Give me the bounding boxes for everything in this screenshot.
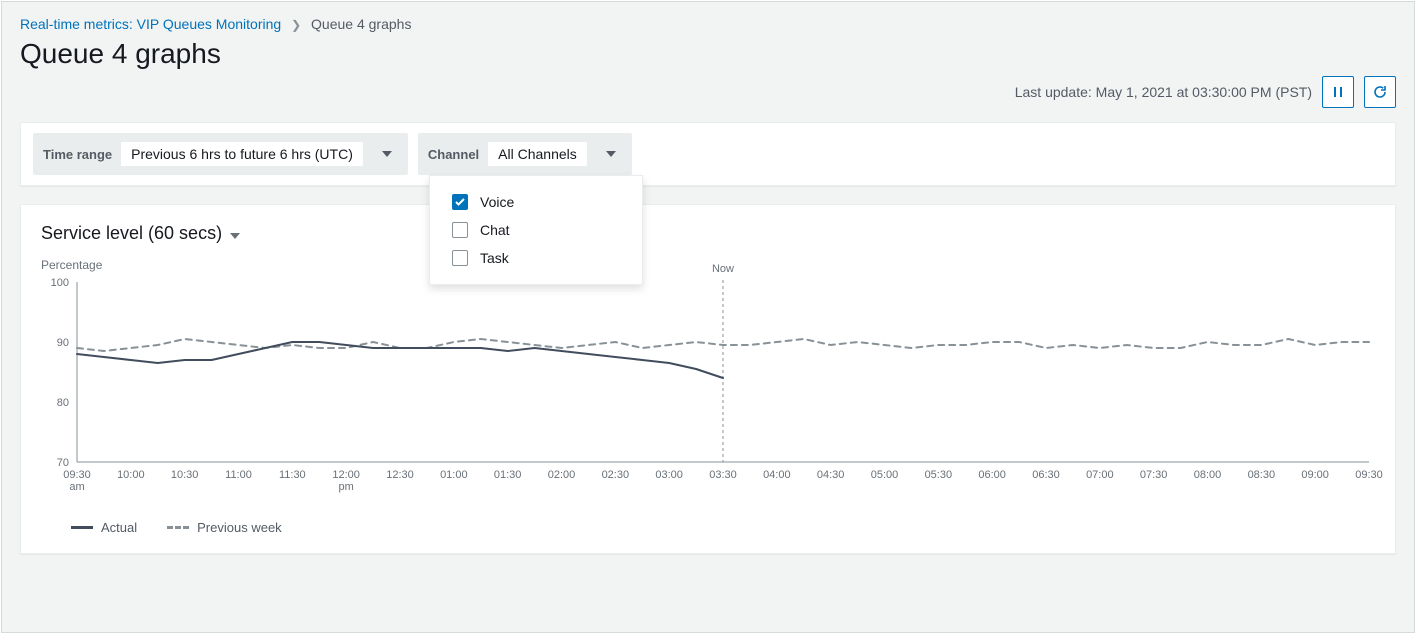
checkbox-icon: [452, 222, 468, 238]
last-update-label: Last update: May 1, 2021 at 03:30:00 PM …: [1015, 84, 1312, 100]
svg-text:100: 100: [51, 277, 69, 289]
channel-filter: Channel All Channels: [418, 133, 632, 175]
channel-option-label: Task: [480, 250, 509, 266]
channel-dropdown: Voice Chat Task: [429, 175, 643, 285]
svg-text:07:00: 07:00: [1086, 469, 1114, 481]
card-menu-caret[interactable]: [230, 226, 240, 242]
channel-option-task[interactable]: Task: [430, 244, 642, 272]
chart-area: 708090100Now09:30am10:0010:3011:0011:301…: [41, 276, 1375, 496]
svg-text:11:30: 11:30: [279, 469, 306, 481]
refresh-icon: [1372, 84, 1388, 100]
legend-swatch-solid: [71, 526, 93, 529]
time-range-filter: Time range Previous 6 hrs to future 6 hr…: [33, 133, 408, 175]
card-title-row: Service level (60 secs): [41, 223, 1375, 244]
breadcrumb-current: Queue 4 graphs: [311, 16, 411, 32]
svg-text:10:00: 10:00: [117, 469, 145, 481]
svg-text:10:30: 10:30: [171, 469, 199, 481]
svg-text:12:30: 12:30: [386, 469, 414, 481]
line-chart: 708090100Now09:30am10:0010:3011:0011:301…: [41, 276, 1377, 496]
svg-text:03:00: 03:00: [655, 469, 683, 481]
svg-text:12:00: 12:00: [332, 469, 360, 481]
time-range-value[interactable]: Previous 6 hrs to future 6 hrs (UTC): [120, 141, 364, 167]
top-action-row: Last update: May 1, 2021 at 03:30:00 PM …: [2, 70, 1414, 114]
caret-down-icon: [606, 151, 616, 157]
svg-text:05:00: 05:00: [871, 469, 899, 481]
service-level-card: Service level (60 secs) Percentage 70 80 9…: [20, 204, 1396, 554]
legend: Actual Previous week: [41, 520, 1375, 535]
svg-text:09:00: 09:00: [1301, 469, 1329, 481]
svg-text:06:30: 06:30: [1032, 469, 1060, 481]
pause-icon: [1331, 85, 1345, 99]
checkbox-icon: [452, 194, 468, 210]
refresh-button[interactable]: [1364, 76, 1396, 108]
svg-text:05:30: 05:30: [925, 469, 953, 481]
svg-text:03:30: 03:30: [709, 469, 737, 481]
svg-text:09:30: 09:30: [63, 469, 91, 481]
caret-down-icon: [382, 151, 392, 157]
svg-text:01:30: 01:30: [494, 469, 522, 481]
svg-text:70: 70: [57, 457, 69, 469]
legend-swatch-dash: [167, 526, 189, 529]
channel-label: Channel: [428, 147, 479, 162]
chevron-right-icon: ❯: [291, 18, 301, 32]
caret-down-icon: [230, 233, 240, 239]
svg-text:09:30: 09:30: [1355, 469, 1383, 481]
pause-button[interactable]: [1322, 76, 1354, 108]
time-range-caret[interactable]: [372, 139, 402, 169]
svg-text:am: am: [69, 481, 84, 493]
breadcrumb: Real-time metrics: VIP Queues Monitoring…: [2, 2, 1414, 32]
channel-option-label: Chat: [480, 222, 510, 238]
app-frame: Real-time metrics: VIP Queues Monitoring…: [1, 1, 1415, 633]
svg-text:04:00: 04:00: [763, 469, 791, 481]
channel-value[interactable]: All Channels: [487, 141, 588, 167]
channel-option-chat[interactable]: Chat: [430, 216, 642, 244]
legend-previous-label: Previous week: [197, 520, 282, 535]
legend-previous: Previous week: [167, 520, 282, 535]
svg-text:01:00: 01:00: [440, 469, 468, 481]
svg-text:07:30: 07:30: [1140, 469, 1168, 481]
breadcrumb-parent-link[interactable]: Real-time metrics: VIP Queues Monitoring: [20, 16, 281, 32]
channel-option-label: Voice: [480, 194, 514, 210]
svg-text:08:00: 08:00: [1194, 469, 1222, 481]
svg-text:06:00: 06:00: [978, 469, 1006, 481]
svg-text:02:30: 02:30: [602, 469, 630, 481]
svg-text:04:30: 04:30: [817, 469, 845, 481]
page-title: Queue 4 graphs: [2, 32, 1414, 70]
svg-text:11:00: 11:00: [225, 469, 252, 481]
channel-caret[interactable]: [596, 139, 626, 169]
card-title: Service level (60 secs): [41, 223, 222, 244]
svg-text:Now: Now: [712, 263, 734, 275]
svg-text:08:30: 08:30: [1248, 469, 1276, 481]
svg-text:02:00: 02:00: [548, 469, 576, 481]
legend-actual-label: Actual: [101, 520, 137, 535]
filter-bar: Time range Previous 6 hrs to future 6 hr…: [20, 122, 1396, 186]
svg-text:80: 80: [57, 397, 69, 409]
time-range-label: Time range: [43, 147, 112, 162]
svg-text:pm: pm: [339, 481, 354, 493]
y-axis-title: Percentage: [41, 258, 1375, 272]
legend-actual: Actual: [71, 520, 137, 535]
checkbox-icon: [452, 250, 468, 266]
channel-option-voice[interactable]: Voice: [430, 188, 642, 216]
svg-text:90: 90: [57, 337, 69, 349]
